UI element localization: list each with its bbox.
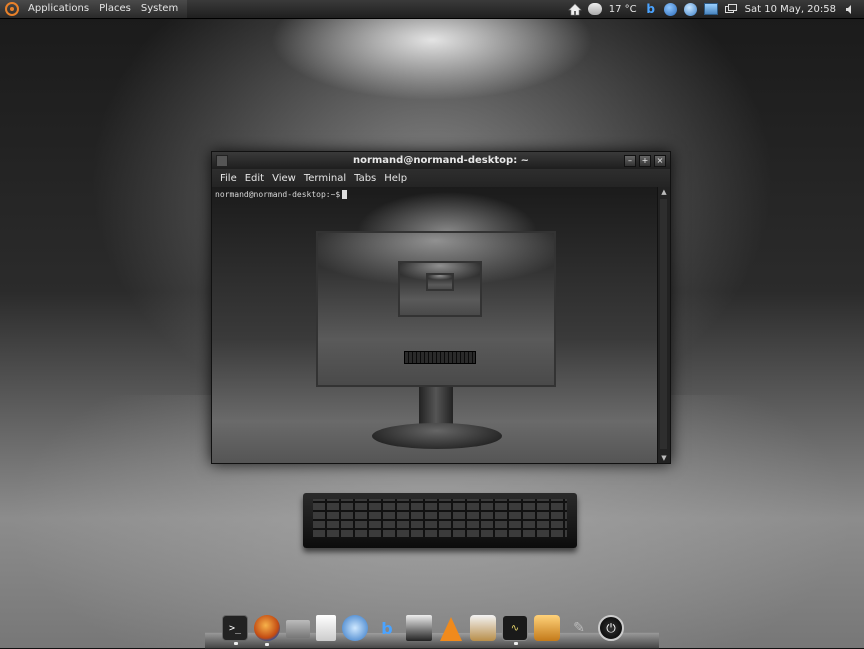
terminal-window: normand@normand-desktop: ~ – + × File Ed… (211, 151, 671, 464)
archive-launcher-icon[interactable] (534, 615, 560, 641)
beep-launcher-icon[interactable]: b (374, 615, 400, 641)
dock: >_ b ∿ ✎ ⏻ (222, 611, 630, 646)
weather-icon[interactable] (587, 2, 602, 16)
scroll-up-arrow-icon[interactable]: ▲ (658, 187, 670, 197)
documents-launcher-icon[interactable] (316, 615, 336, 641)
system-tray: 17 °C b Sat 10 May, 20:58 (565, 0, 864, 18)
gimp-launcher-icon[interactable]: ✎ (566, 615, 592, 641)
window-controls: – + × (621, 155, 666, 167)
terminal-area[interactable]: normand@normand-desktop:~$ (212, 187, 658, 463)
media-editor-launcher-icon[interactable] (406, 615, 432, 641)
vlc-launcher-icon[interactable] (440, 617, 462, 641)
system-monitor-launcher-icon[interactable]: ∿ (502, 615, 528, 645)
package-manager-launcher-icon[interactable] (470, 615, 496, 641)
firefox-launcher-icon[interactable] (254, 615, 280, 646)
close-button[interactable]: × (654, 155, 666, 167)
home-icon[interactable] (568, 2, 582, 16)
text-cursor (342, 190, 348, 199)
shutdown-launcher-icon[interactable]: ⏻ (598, 615, 624, 641)
volume-icon[interactable] (843, 2, 857, 16)
top-panel: Applications Places System 17 °C b Sat 1… (0, 0, 864, 19)
terminal-menubar: File Edit View Terminal Tabs Help (212, 169, 670, 187)
keyboard-keys (313, 499, 567, 537)
terminal-launcher-icon[interactable]: >_ (222, 615, 248, 645)
maximize-button[interactable]: + (639, 155, 651, 167)
terminal-scrollbar[interactable]: ▲ ▼ (657, 187, 670, 463)
minimize-button[interactable]: – (624, 155, 636, 167)
wallpaper-keyboard (303, 493, 577, 548)
menu-edit[interactable]: Edit (241, 173, 268, 184)
browser-tray-icon[interactable] (664, 2, 678, 16)
reflected-monitor-base (372, 423, 502, 449)
menu-tabs[interactable]: Tabs (350, 173, 380, 184)
menu-system[interactable]: System (136, 0, 183, 18)
window-titlebar[interactable]: normand@normand-desktop: ~ – + × (212, 152, 670, 169)
temperature-readout[interactable]: 17 °C (609, 4, 637, 15)
window-switcher-icon[interactable] (724, 2, 738, 16)
window-menu-button[interactable] (216, 155, 228, 167)
ubuntu-logo-icon[interactable] (5, 2, 19, 16)
network-tray-icon[interactable] (684, 2, 698, 16)
menu-applications[interactable]: Applications (23, 0, 94, 18)
reflected-monitor-innermost (426, 273, 454, 291)
shell-prompt: normand@normand-desktop:~$ (215, 190, 348, 199)
menu-file[interactable]: File (216, 173, 241, 184)
menu-view[interactable]: View (268, 173, 300, 184)
mail-notification-icon[interactable] (703, 2, 718, 16)
web-browser-launcher-icon[interactable] (342, 615, 368, 641)
menu-terminal[interactable]: Terminal (300, 173, 350, 184)
main-menu-bar: Applications Places System (0, 0, 188, 18)
scroll-thumb[interactable] (660, 199, 667, 449)
menu-help[interactable]: Help (380, 173, 411, 184)
menu-places[interactable]: Places (94, 0, 136, 18)
scroll-down-arrow-icon[interactable]: ▼ (658, 453, 670, 463)
beep-tray-icon[interactable]: b (644, 2, 658, 16)
clock[interactable]: Sat 10 May, 20:58 (745, 4, 836, 15)
mail-launcher-icon[interactable] (286, 620, 310, 638)
window-title: normand@normand-desktop: ~ (352, 155, 530, 166)
reflected-monitor-inner (398, 261, 482, 317)
reflected-monitor-screen (316, 231, 556, 387)
reflected-keyboard-small (404, 351, 476, 364)
